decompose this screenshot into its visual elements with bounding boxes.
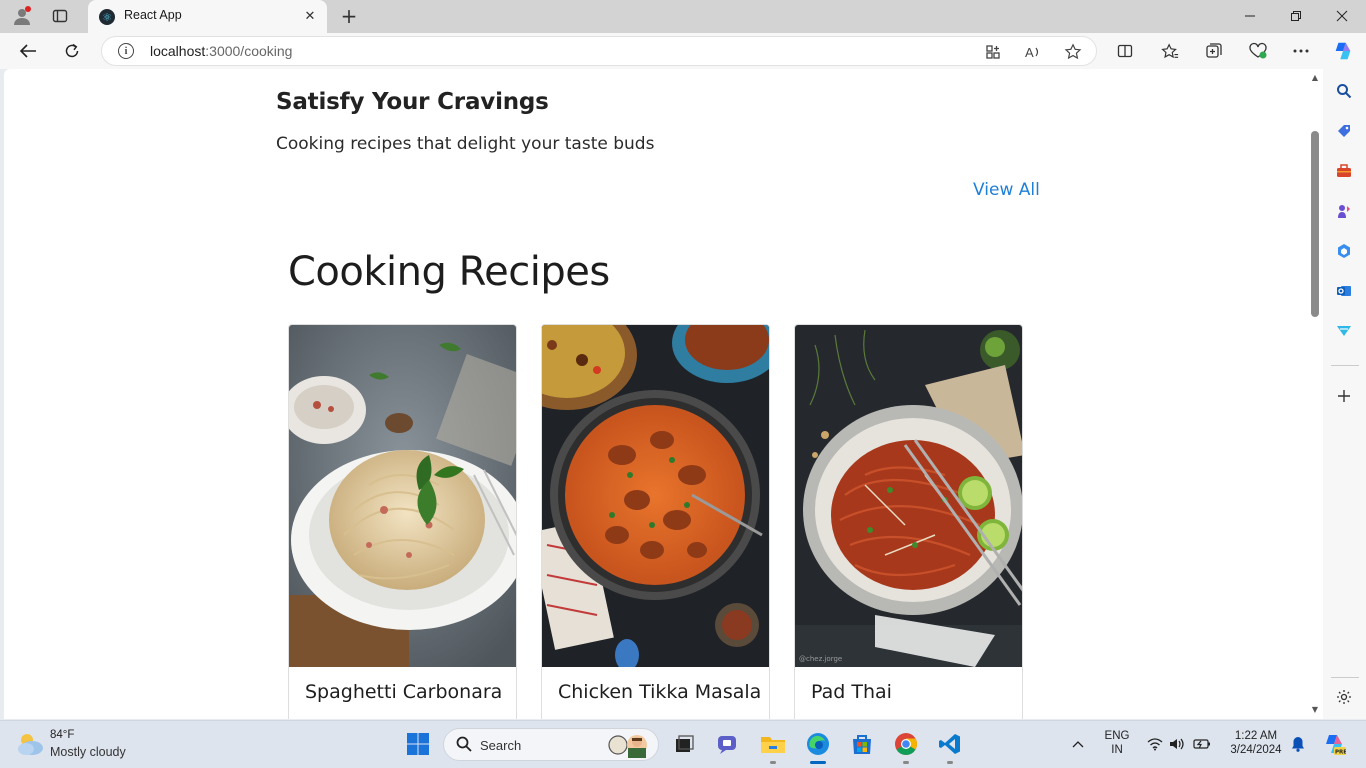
hero-title: Satisfy Your Cravings xyxy=(276,89,549,115)
recipe-title: Pad Thai xyxy=(811,681,892,703)
settings-gear-icon[interactable] xyxy=(1333,686,1355,708)
browser-essentials-icon[interactable] xyxy=(1245,38,1271,64)
search-icon[interactable] xyxy=(1333,80,1355,102)
language-code: ENG xyxy=(1104,730,1130,742)
task-view-icon[interactable] xyxy=(669,729,699,759)
back-arrow-icon[interactable] xyxy=(14,38,42,64)
svg-text:PRE: PRE xyxy=(1335,750,1346,756)
scroll-up-arrow-icon[interactable]: ▲ xyxy=(1310,73,1320,82)
close-tab-icon[interactable]: ✕ xyxy=(301,7,319,25)
chicken-tikka-masala-image xyxy=(542,325,769,667)
chrome-browser-icon[interactable] xyxy=(891,729,921,759)
url-path: :3000/cooking xyxy=(205,43,293,59)
recipe-title: Chicken Tikka Masala xyxy=(558,681,762,703)
microsoft-store-icon[interactable] xyxy=(847,729,877,759)
tab-title: React App xyxy=(124,8,182,22)
view-all-link[interactable]: View All xyxy=(973,180,1040,200)
svg-text:A: A xyxy=(1025,45,1034,60)
react-favicon-icon: ⚛ xyxy=(99,9,115,25)
running-indicator-active xyxy=(810,761,826,764)
app-available-icon[interactable] xyxy=(982,41,1004,63)
region-code: IN xyxy=(1111,744,1123,756)
search-highlight-illustration-icon xyxy=(608,735,647,758)
outlook-icon[interactable] xyxy=(1333,280,1355,302)
edge-browser-icon[interactable] xyxy=(803,729,833,759)
drop-send-icon[interactable] xyxy=(1333,320,1355,342)
search-placeholder: Search xyxy=(480,738,522,753)
navigation-bar: i localhost:3000/cooking A xyxy=(0,33,1366,69)
taskbar-search-box[interactable]: Search xyxy=(443,728,659,761)
spaghetti-carbonara-image xyxy=(289,325,516,667)
teams-chat-icon[interactable] xyxy=(713,729,743,759)
minimize-button[interactable] xyxy=(1230,4,1270,28)
photo-watermark: @chez.jorge xyxy=(799,655,842,663)
battery-charging-icon[interactable] xyxy=(1193,735,1211,753)
shopping-tag-icon[interactable] xyxy=(1333,120,1355,142)
favorites-icon[interactable] xyxy=(1157,38,1183,64)
games-icon[interactable] xyxy=(1333,200,1355,222)
sidebar-divider xyxy=(1331,365,1359,366)
tab-actions-icon[interactable] xyxy=(47,4,73,28)
page-viewport: Satisfy Your Cravings Cooking recipes th… xyxy=(4,69,1307,719)
url-text[interactable]: localhost:3000/cooking xyxy=(150,43,292,59)
weather-cloudy-icon[interactable] xyxy=(16,731,44,757)
recipe-title: Spaghetti Carbonara xyxy=(305,681,503,703)
file-explorer-icon[interactable] xyxy=(758,729,788,759)
running-indicator xyxy=(947,761,953,764)
tools-briefcase-icon[interactable] xyxy=(1333,160,1355,182)
copilot-pre-icon[interactable]: PRE xyxy=(1322,732,1346,756)
vscode-icon[interactable] xyxy=(935,729,965,759)
search-icon xyxy=(456,736,472,756)
start-windows-icon[interactable] xyxy=(403,729,433,759)
volume-icon[interactable] xyxy=(1168,735,1186,753)
new-tab-button[interactable]: + xyxy=(336,4,362,28)
active-tab[interactable]: ⚛ React App ✕ xyxy=(88,0,327,33)
more-menu-icon[interactable] xyxy=(1288,38,1314,64)
sidebar-divider xyxy=(1331,677,1359,678)
wifi-icon[interactable] xyxy=(1146,735,1164,753)
recipe-card[interactable]: Chicken Tikka Masala xyxy=(541,324,770,719)
clock-time: 1:22 AM xyxy=(1234,730,1278,742)
page-scrollbar[interactable]: ▲ ▼ xyxy=(1307,69,1323,719)
add-icon[interactable] xyxy=(1333,385,1355,407)
profile-icon[interactable] xyxy=(9,4,35,28)
address-bar[interactable]: i localhost:3000/cooking A xyxy=(101,36,1097,66)
clock[interactable]: 1:22 AM 3/24/2024 xyxy=(1227,730,1285,756)
windows-taskbar: 84°F Mostly cloudy Search ENG IN 1:22 AM… xyxy=(0,720,1366,768)
recipe-card[interactable]: Spaghetti Carbonara xyxy=(288,324,517,719)
notification-bell-icon[interactable] xyxy=(1289,735,1307,753)
split-screen-icon[interactable] xyxy=(1112,38,1138,64)
close-window-button[interactable] xyxy=(1322,4,1362,28)
running-indicator xyxy=(770,761,776,764)
recipe-card[interactable]: @chez.jorge Pad Thai xyxy=(794,324,1023,719)
weather-description[interactable]: Mostly cloudy xyxy=(50,745,126,759)
tab-strip: ⚛ React App ✕ + xyxy=(0,0,1366,33)
clock-date: 3/24/2024 xyxy=(1230,744,1282,756)
favorite-star-icon[interactable] xyxy=(1062,41,1084,63)
read-aloud-icon[interactable]: A xyxy=(1022,41,1044,63)
hero-subtitle: Cooking recipes that delight your taste … xyxy=(276,134,655,154)
scroll-down-arrow-icon[interactable]: ▼ xyxy=(1310,705,1320,714)
scroll-thumb[interactable] xyxy=(1311,131,1319,317)
weather-temperature[interactable]: 84°F xyxy=(50,729,74,741)
site-info-icon[interactable]: i xyxy=(118,43,134,59)
copilot-icon[interactable] xyxy=(1330,38,1356,64)
running-indicator xyxy=(903,761,909,764)
edge-sidebar xyxy=(1323,69,1366,719)
restore-button[interactable] xyxy=(1276,4,1316,28)
refresh-icon[interactable] xyxy=(58,38,86,64)
collections-icon[interactable] xyxy=(1201,38,1227,64)
section-title: Cooking Recipes xyxy=(288,249,610,295)
language-indicator[interactable]: ENG IN xyxy=(1103,730,1131,756)
microsoft-365-icon[interactable] xyxy=(1333,240,1355,262)
url-host: localhost xyxy=(150,43,206,59)
show-hidden-icons-chevron-icon[interactable] xyxy=(1069,735,1087,753)
pad-thai-image: @chez.jorge xyxy=(795,325,1022,667)
